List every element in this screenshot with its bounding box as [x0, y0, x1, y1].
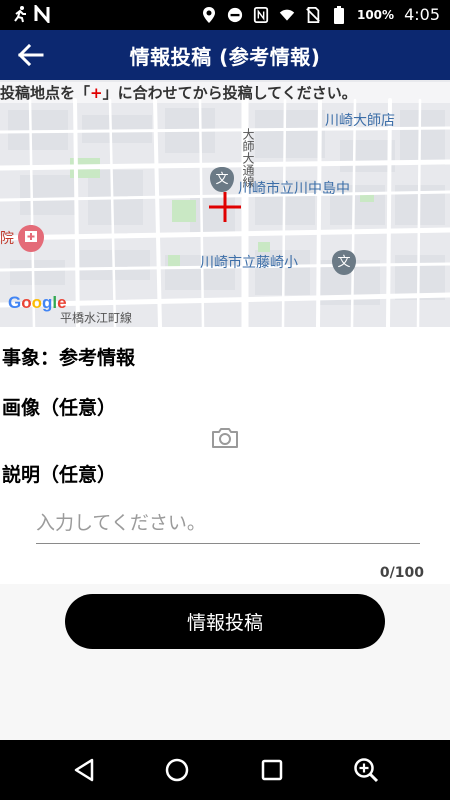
page-title: 情報投稿 (参考情報): [129, 45, 321, 69]
clock: 4:05: [404, 5, 440, 24]
recents-square-icon: [261, 759, 283, 781]
dnd-icon: [227, 7, 243, 22]
nav-home-button[interactable]: [163, 756, 191, 784]
n-app-icon: [34, 5, 50, 23]
zoom-in-icon: [354, 758, 379, 783]
map-label-school-2: 川崎市立藤崎小: [200, 255, 298, 271]
app-bar: 情報投稿 (参考情報): [0, 30, 450, 80]
map-label-left: 院: [0, 231, 14, 247]
system-nav-bar: [0, 740, 450, 800]
image-label: 画像（任意）: [2, 397, 117, 419]
running-app-icon: [14, 6, 26, 23]
event-label: 事象：参考情報: [2, 347, 136, 369]
map-hint: 投稿地点を「+」に合わせてから投稿してください。: [0, 82, 450, 103]
camera-button[interactable]: [211, 427, 239, 449]
map-label-school-1: 川崎市立川中島中: [238, 181, 350, 197]
back-triangle-icon: [74, 758, 94, 782]
location-icon: [202, 6, 215, 23]
bottom-panel: 情報投稿: [0, 584, 450, 740]
home-circle-icon: [165, 758, 189, 782]
plus-marker-glyph: +: [90, 84, 103, 102]
map-label-rail: 平橋水江町線: [60, 311, 133, 325]
map-label-daishi: 川崎大師店: [325, 113, 395, 129]
description-input[interactable]: [36, 507, 420, 544]
status-right-icons: 100% 4:05: [201, 5, 440, 24]
no-sim-icon: [306, 6, 320, 23]
svg-text:文: 文: [215, 172, 228, 187]
battery-icon: [333, 5, 344, 24]
nav-back-button[interactable]: [70, 756, 98, 784]
wifi-icon: [279, 9, 295, 21]
char-counter: 0/100: [379, 565, 424, 581]
post-form: 事象：参考情報 画像（任意） 説明（任意） 0/100: [0, 327, 450, 584]
description-label: 説明（任意）: [2, 464, 117, 486]
nav-zoom-button[interactable]: [352, 756, 380, 784]
nav-recents-button[interactable]: [258, 756, 286, 784]
submit-button[interactable]: 情報投稿: [65, 594, 385, 649]
map-view[interactable]: 文 文 投稿地点を「+」に合わせてから投稿してください。 川崎大師店 大師大通線…: [0, 80, 450, 327]
battery-percent: 100%: [356, 7, 395, 22]
svg-text:文: 文: [337, 255, 350, 270]
google-logo: Google: [8, 293, 67, 312]
nfc-icon: [253, 6, 269, 23]
status-bar: 100% 4:05: [0, 0, 450, 30]
status-left-icons: [12, 5, 50, 27]
camera-icon: [212, 428, 238, 448]
